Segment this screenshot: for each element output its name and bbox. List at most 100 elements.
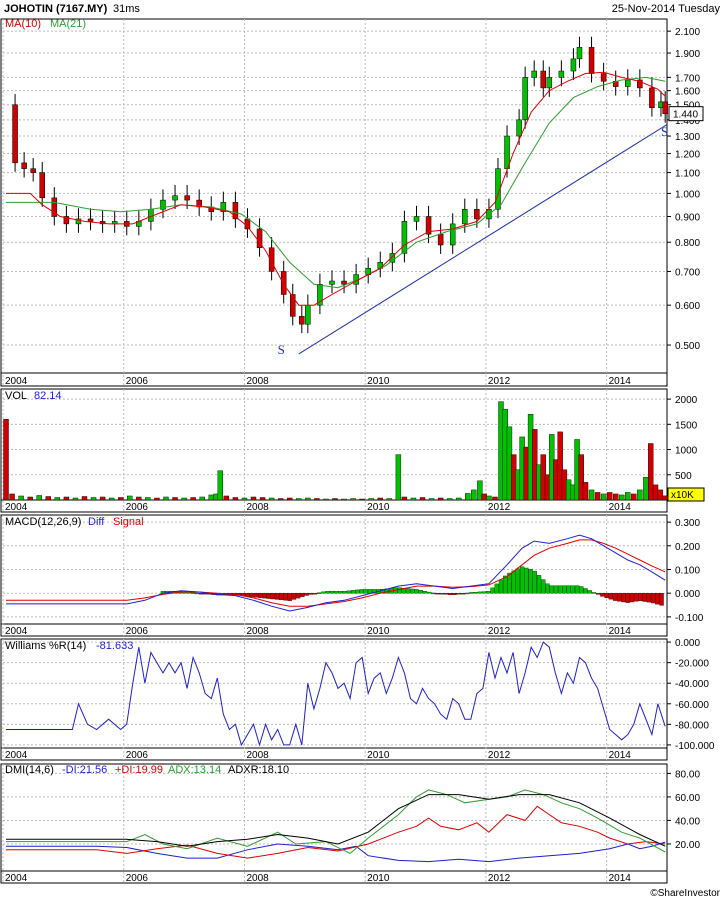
williams-frame <box>0 638 668 761</box>
macd-histogram-bar <box>274 593 280 600</box>
macd-histogram-bar <box>198 593 204 595</box>
volume-bar <box>395 454 402 501</box>
macd-histogram-bar <box>270 593 275 600</box>
price-y-tick-label: 1.200 <box>675 150 700 161</box>
dmi-y-tick-label: 20.00 <box>675 840 700 851</box>
volume-bar <box>241 497 248 501</box>
candle-body <box>662 101 668 114</box>
dmi-minus-line <box>6 841 666 863</box>
macd-histogram-bar <box>427 591 432 594</box>
volume-bar <box>27 496 33 501</box>
dmi-y-tick-label: 40.00 <box>675 816 700 827</box>
macd-histogram-bar <box>249 593 254 597</box>
candle-body <box>504 135 510 169</box>
price-y-tick-label: 2.100 <box>675 27 700 38</box>
dmi-x-tick-label: 2006 <box>126 873 149 884</box>
candle-body <box>172 195 178 201</box>
macd-histogram-bar <box>190 592 195 594</box>
macd-y-tick-label: 0.000 <box>675 589 700 600</box>
macd-histogram-bar <box>629 593 635 603</box>
volume-bar <box>250 496 257 501</box>
macd-histogram-bar <box>638 593 643 602</box>
macd-histogram-bar <box>334 591 339 594</box>
volume-bar <box>268 497 275 501</box>
ma21-legend: MA(21) <box>50 18 86 30</box>
dmi-x-tick-label: 2014 <box>609 873 632 884</box>
macd-histogram-bar <box>574 585 580 594</box>
volume-bar <box>3 419 9 501</box>
macd-x-tick-label: 2014 <box>609 626 632 637</box>
macd-histogram-bar <box>579 586 584 594</box>
volume-bar <box>410 497 417 501</box>
volume-x-tick-label: 2014 <box>609 502 632 513</box>
macd-histogram-bar <box>562 585 567 594</box>
volume-bar <box>648 443 654 501</box>
macd-histogram-bar <box>257 593 263 598</box>
macd-histogram-bar <box>350 590 356 594</box>
volume-bar <box>637 489 643 501</box>
candle-body <box>522 77 528 121</box>
williams-x-tick-label: 2014 <box>609 750 632 761</box>
volume-bar <box>181 497 187 501</box>
williams-legend: Williams %R(14) <box>5 640 86 652</box>
macd-histogram-bar <box>494 583 499 594</box>
price-x-tick-label: 2008 <box>246 376 269 387</box>
volume-bar <box>232 497 239 501</box>
macd-histogram-bar <box>418 590 423 594</box>
volume-bar <box>582 482 589 501</box>
candle-body <box>576 47 583 60</box>
volume-bar <box>332 498 338 501</box>
macd-histogram-bar <box>587 590 592 594</box>
dmi-y-tick-label: 60.00 <box>675 793 700 804</box>
williams-y-tick-label: -20.000 <box>675 659 709 670</box>
macd-histogram-bar <box>486 591 491 594</box>
support-trendline <box>298 124 668 355</box>
dmi-minus-legend: -DI:21.56 <box>62 764 107 776</box>
macd-histogram-bar <box>266 593 271 599</box>
volume-bar <box>259 497 266 501</box>
volume-y-tick-label: 1000 <box>675 446 698 457</box>
volume-bar <box>428 498 435 501</box>
render-time-label: 31ms <box>113 3 140 15</box>
williams-x-tick-label: 2010 <box>367 750 390 761</box>
dmi-adx-legend: ADX:13.14 <box>168 764 221 776</box>
macd-histogram-bar <box>481 591 487 594</box>
williams-x-tick-label: 2006 <box>126 750 149 761</box>
volume-bar <box>643 477 649 501</box>
macd-histogram-bar <box>460 593 466 595</box>
volume-y-tick-label: 1500 <box>675 420 698 431</box>
macd-histogram-bar <box>346 590 352 594</box>
macd-histogram-bar <box>329 591 335 594</box>
price-x-tick-label: 2006 <box>126 376 149 387</box>
macd-y-tick-label: 0.100 <box>675 566 700 577</box>
macd-histogram-bar <box>608 593 614 600</box>
price-frame <box>0 18 668 387</box>
macd-histogram-bar <box>431 592 436 595</box>
macd-histogram-bar <box>617 593 622 602</box>
macd-histogram-bar <box>650 593 656 604</box>
volume-bar <box>652 484 659 501</box>
macd-histogram-bar <box>452 593 457 595</box>
macd-histogram-bar <box>300 593 305 597</box>
volume-bar <box>127 495 133 501</box>
support-label-left: S <box>278 342 285 357</box>
price-y-tick-label: 1.100 <box>675 169 700 180</box>
dmi-plus-line <box>6 805 666 859</box>
macd-y-tick-label: 0.200 <box>675 542 700 553</box>
volume-bar <box>72 497 79 501</box>
candle-body <box>12 104 18 164</box>
candle-body <box>588 47 595 74</box>
price-x-tick-label: 2010 <box>367 376 390 387</box>
dmi-legend: DMI(14,6) <box>5 764 54 776</box>
macd-histogram-bar <box>443 593 449 595</box>
price-x-tick-label: 2014 <box>609 376 632 387</box>
last-price-label: 1.440 <box>673 110 698 121</box>
credit-label: ©ShareInvestor <box>650 888 720 899</box>
candle-body <box>649 87 655 108</box>
candle-body <box>600 73 607 82</box>
macd-histogram-bar <box>355 589 360 594</box>
volume-bar <box>606 492 613 501</box>
volume-bar <box>588 489 595 501</box>
candle-body <box>244 218 251 230</box>
price-x-tick-label: 2012 <box>488 376 511 387</box>
